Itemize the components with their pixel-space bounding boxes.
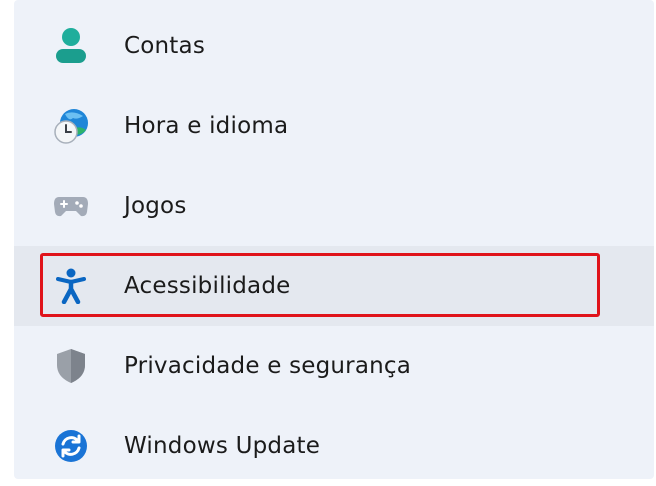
nav-item-label: Privacidade e segurança — [124, 353, 412, 379]
nav-item-privacidade-e-seguranca[interactable]: Privacidade e segurança — [14, 326, 654, 406]
nav-item-label: Hora e idioma — [124, 113, 289, 139]
person-icon — [52, 27, 90, 65]
nav-item-label: Contas — [124, 33, 206, 59]
nav-item-label: Jogos — [124, 193, 187, 219]
nav-item-windows-update[interactable]: Windows Update — [14, 406, 654, 486]
nav-item-contas[interactable]: Contas — [14, 6, 654, 86]
settings-navigation-screenshot: Contas Hora e idioma Jogos Acessibilidad… — [0, 0, 656, 479]
nav-item-label: Windows Update — [124, 433, 321, 459]
nav-item-hora-e-idioma[interactable]: Hora e idioma — [14, 86, 654, 166]
nav-item-jogos[interactable]: Jogos — [14, 166, 654, 246]
update-icon — [52, 427, 90, 465]
selection-highlight-box — [40, 253, 600, 317]
globe-clock-icon — [52, 107, 90, 145]
gamepad-icon — [52, 187, 90, 225]
settings-nav-list: Contas Hora e idioma Jogos Acessibilidad… — [14, 6, 654, 486]
shield-icon — [52, 347, 90, 385]
